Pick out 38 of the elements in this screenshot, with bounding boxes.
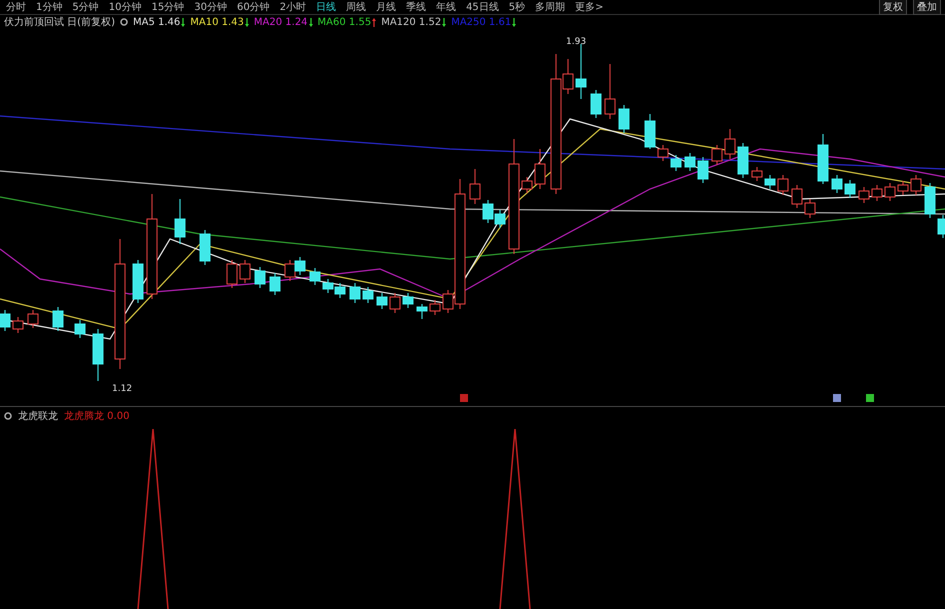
high-price-label: 1.93: [566, 37, 586, 47]
down-arrow-icon: [512, 18, 516, 26]
indicator-reading: 龙虎腾龙 0.00: [64, 410, 130, 423]
period-tab[interactable]: 分时: [4, 0, 28, 14]
period-tab[interactable]: 多周期: [533, 0, 568, 14]
period-tab[interactable]: 5秒: [506, 0, 528, 14]
indicator-value: MA60 1.55: [318, 16, 372, 28]
chart-title: 伏力前顶回试 日(前复权): [4, 16, 115, 29]
toolbar-button[interactable]: 叠加: [913, 0, 941, 15]
down-arrow-icon: [244, 18, 249, 26]
period-tab[interactable]: 年线: [434, 0, 458, 14]
period-tab[interactable]: 1分钟: [34, 0, 64, 14]
indicator-value: MA250 1.61: [451, 16, 512, 28]
up-arrow-icon: [372, 18, 376, 26]
period-tab[interactable]: 季线: [404, 0, 428, 14]
period-tab[interactable]: 月线: [374, 0, 398, 14]
period-tab[interactable]: 10分钟: [106, 0, 144, 14]
period-tab[interactable]: 30分钟: [192, 0, 229, 14]
down-arrow-icon: [181, 18, 186, 26]
period-tab[interactable]: 周线: [344, 0, 368, 14]
indicator-name: 龙虎联龙: [18, 410, 58, 423]
period-tab[interactable]: 日线: [314, 0, 338, 14]
period-tab[interactable]: 更多>: [573, 0, 606, 14]
indicator-value: MA120 1.52: [381, 16, 442, 28]
low-price-label: 1.12: [112, 384, 132, 394]
period-tab[interactable]: 15分钟: [149, 0, 186, 14]
indicator-value: MA20 1.24: [254, 16, 308, 28]
period-tab[interactable]: 60分钟: [234, 0, 272, 14]
settings-icon[interactable]: [4, 412, 12, 420]
period-tab[interactable]: 45日线: [464, 0, 501, 14]
indicator-value: MA5 1.46: [132, 16, 180, 28]
down-arrow-icon: [308, 18, 313, 26]
period-tab[interactable]: 2小时: [278, 0, 308, 14]
toolbar-button[interactable]: 复权: [879, 0, 907, 15]
settings-icon[interactable]: [120, 18, 128, 26]
down-arrow-icon: [442, 18, 446, 26]
indicator-value: MA10 1.43: [190, 16, 244, 28]
period-tab[interactable]: 5分钟: [70, 0, 101, 14]
